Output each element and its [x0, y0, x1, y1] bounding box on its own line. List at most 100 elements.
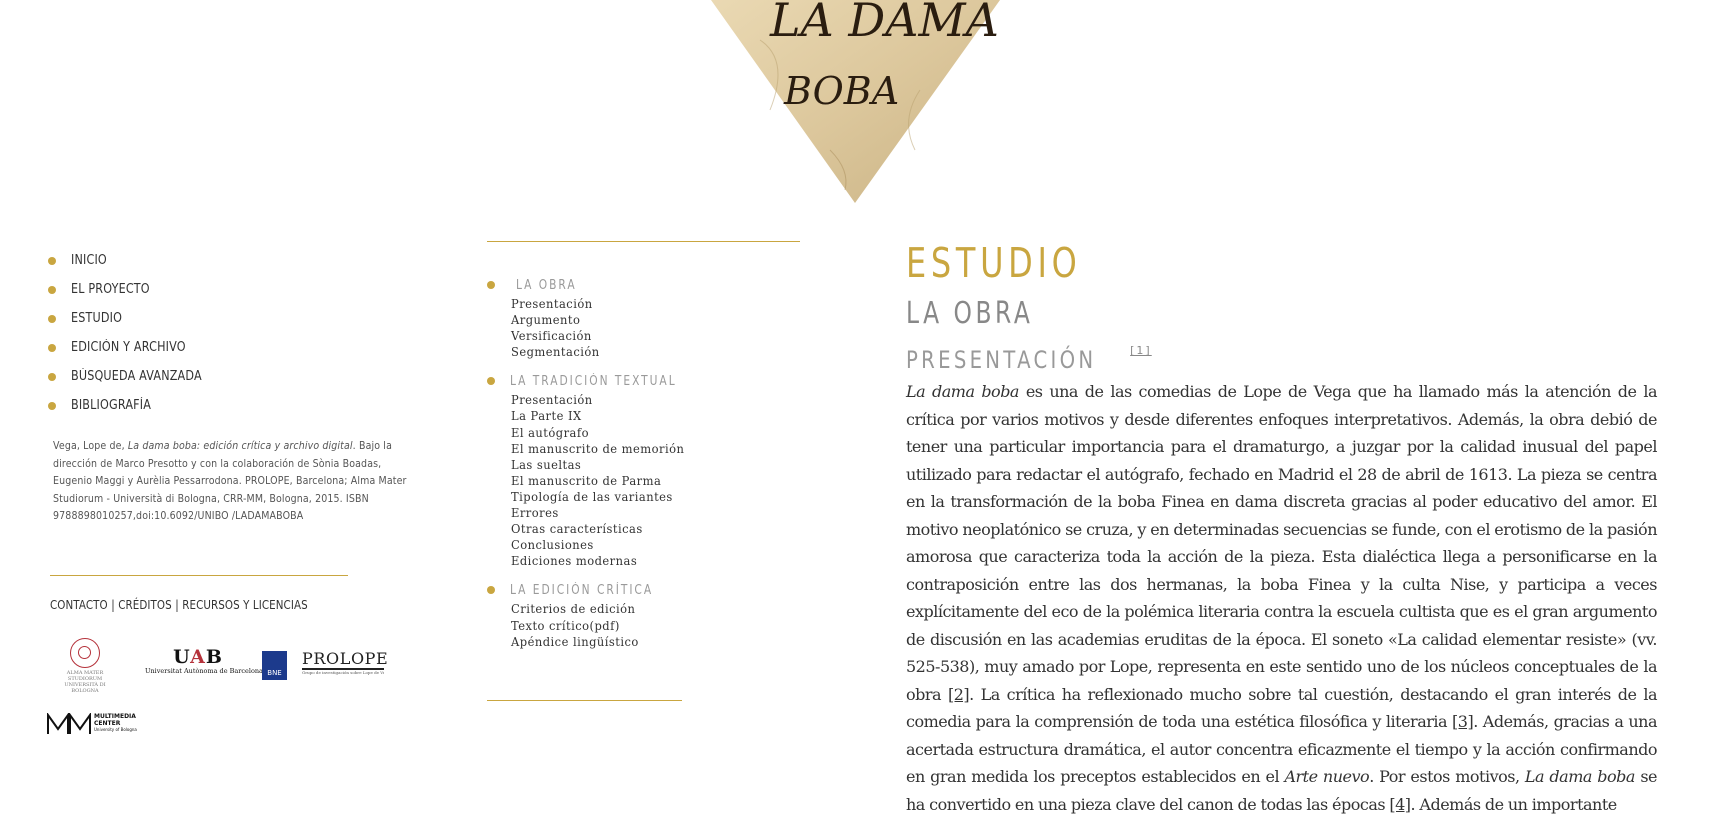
unibo-caption-1: ALMA MATER STUDIORUM [66, 670, 104, 682]
toc-link[interactable]: Conclusiones [511, 537, 697, 553]
footnote-link-4[interactable]: [4] [1389, 795, 1411, 814]
toc-link[interactable]: Segmentación [511, 344, 697, 360]
multimedia-center-logo[interactable]: MULTIMEDIA CENTER University of Bologna [47, 713, 137, 735]
uab-mark-a: A [190, 646, 206, 668]
sidebar-divider [50, 575, 348, 576]
toc-link[interactable]: Presentación [511, 296, 697, 312]
toc-list: Presentación Argumento Versificación Seg… [511, 296, 713, 360]
bullet-icon [48, 285, 56, 294]
prolope-caption: Grupo de investigación sobre Lope de Veg… [302, 670, 384, 675]
study-toc: LA OBRA Presentación Argumento Versifica… [487, 275, 713, 661]
bullet-icon [48, 314, 56, 323]
subsection-title: LA OBRA [906, 296, 1034, 331]
bullet-icon [487, 281, 495, 289]
mmc-mark-icon [47, 713, 91, 734]
toc-link[interactable]: Criterios de edición [511, 601, 697, 617]
header-triangle-image: LA DAMA BOBA [700, 0, 1000, 205]
presentation-heading: PRESENTACIÓN [906, 346, 1097, 374]
contacto-link[interactable]: CONTACTO [50, 598, 108, 612]
footnote-link-3[interactable]: [3] [1452, 712, 1474, 731]
bullet-icon [48, 401, 56, 410]
toc-link[interactable]: Ediciones modernas [511, 553, 697, 569]
bne-logo[interactable]: BNE [262, 651, 287, 680]
toc-link[interactable]: Tipología de las variantes [511, 489, 697, 505]
citation-author: Vega, Lope de, [53, 439, 125, 452]
toc-bottom-divider [487, 700, 682, 701]
recursos-y-licencias-link[interactable]: RECURSOS Y LICENCIAS [182, 598, 308, 612]
toc-section-la-obra: LA OBRA Presentación Argumento Versifica… [487, 275, 713, 360]
nav-item-label: BÚSQUEDA AVANZADA [71, 369, 202, 384]
toc-link[interactable]: Presentación [511, 392, 697, 408]
bullet-icon [48, 372, 56, 381]
link-separator: | [175, 598, 179, 612]
toc-link[interactable]: La Parte IX [511, 408, 697, 424]
bullet-icon [487, 586, 495, 595]
footer-links: CONTACTO | CRÉDITOS | RECURSOS Y LICENCIAS [50, 598, 308, 612]
heading-row: PRESENTACIÓN [1] [906, 342, 1657, 378]
bullet-icon [48, 343, 56, 352]
toc-link[interactable]: Argumento [511, 312, 697, 328]
unibo-caption-2: UNIVERSITÀ DI BOLOGNA [64, 682, 106, 694]
toc-link[interactable]: El manuscrito de Parma [511, 473, 697, 489]
creditos-link[interactable]: CRÉDITOS [118, 598, 172, 612]
nav-item-el-proyecto[interactable]: EL PROYECTO [48, 275, 223, 304]
toc-section-header[interactable]: LA EDICIÓN CRÍTICA [487, 580, 713, 600]
prolope-mark: PROLOPE [302, 649, 389, 668]
bullet-icon [487, 377, 495, 386]
mmc-text: MULTIMEDIA CENTER University of Bologna [94, 714, 137, 734]
toc-top-divider [487, 241, 800, 242]
nav-item-edicion-y-archivo[interactable]: EDICIÓN Y ARCHIVO [48, 333, 223, 362]
bullet-icon [48, 256, 56, 265]
citation-title: La dama boba: edición crítica y archivo … [127, 439, 353, 452]
mmc-line-3: University of Bologna [94, 727, 137, 733]
uab-mark-u: U [173, 646, 191, 668]
toc-section-la-edicion-critica: LA EDICIÓN CRÍTICA Criterios de edición … [487, 580, 713, 649]
toc-link[interactable]: Versificación [511, 328, 697, 344]
nav-item-label: INICIO [71, 253, 107, 268]
manuscript-title-image: LA DAMA BOBA [711, 0, 1000, 203]
footnote-link-1[interactable]: [1] [1130, 344, 1152, 357]
nav-item-label: ESTUDIO [71, 311, 123, 326]
uab-mark-b: B [205, 646, 223, 668]
toc-section-header[interactable]: LA OBRA [487, 275, 713, 295]
toc-section-title: LA OBRA [516, 277, 577, 293]
work-title: La dama boba [1524, 767, 1636, 786]
toc-section-title: LA TRADICIÓN TEXTUAL [510, 373, 677, 389]
toc-list: Presentación La Parte IX El autógrafo El… [511, 392, 713, 569]
body-text-part: . Además de un importante [1410, 794, 1618, 814]
toc-link[interactable]: Las sueltas [511, 457, 697, 473]
footnote-link-2[interactable]: [2] [948, 685, 970, 704]
body-text-part: . Por estos motivos, [1369, 767, 1525, 786]
section-title: ESTUDIO [906, 239, 1082, 287]
nav-item-label: BIBLIOGRAFÍA [71, 398, 152, 413]
uab-logo[interactable]: UAB Universitat Autònoma de Barcelona [145, 647, 263, 675]
nav-item-busqueda-avanzada[interactable]: BÚSQUEDA AVANZADA [48, 362, 223, 391]
nav-item-estudio[interactable]: ESTUDIO [48, 304, 223, 333]
body-text-part: es una de las comedias de Lope de Vega q… [906, 382, 1658, 704]
toc-link[interactable]: Errores [511, 505, 697, 521]
article-content: ESTUDIO LA OBRA PRESENTACIÓN [1] La dama… [906, 232, 1658, 818]
main-nav: INICIO EL PROYECTO ESTUDIO EDICIÓN Y ARC… [48, 246, 223, 420]
toc-link[interactable]: El manuscrito de memorión [511, 441, 697, 457]
toc-section-title: LA EDICIÓN CRÍTICA [510, 582, 654, 598]
uab-caption: Universitat Autònoma de Barcelona [145, 667, 263, 675]
arte-nuevo-title: Arte nuevo [1284, 767, 1370, 786]
citation-text: Vega, Lope de, La dama boba: edición crí… [53, 437, 423, 525]
toc-link[interactable]: Otras características [511, 521, 697, 537]
nav-item-label: EL PROYECTO [71, 282, 150, 297]
image-title-line-2: BOBA [783, 69, 899, 113]
image-title-line-1: LA DAMA [769, 0, 999, 47]
nav-item-bibliografia[interactable]: BIBLIOGRAFÍA [48, 391, 223, 420]
unibo-seal-icon [70, 638, 100, 668]
uab-mark: UAB [145, 647, 251, 667]
toc-section-la-tradicion-textual: LA TRADICIÓN TEXTUAL Presentación La Par… [487, 371, 713, 569]
prolope-logo[interactable]: PROLOPE Grupo de investigación sobre Lop… [302, 649, 389, 675]
work-title: La dama boba [906, 382, 1019, 401]
toc-section-header[interactable]: LA TRADICIÓN TEXTUAL [487, 371, 713, 391]
nav-item-inicio[interactable]: INICIO [48, 246, 223, 275]
toc-link[interactable]: Texto crítico(pdf) [511, 618, 697, 634]
unibo-logo[interactable]: ALMA MATER STUDIORUM UNIVERSITÀ DI BOLOG… [52, 638, 118, 694]
toc-list: Criterios de edición Texto crítico(pdf) … [511, 601, 713, 649]
toc-link[interactable]: El autógrafo [511, 425, 697, 441]
toc-link[interactable]: Apéndice lingüístico [511, 634, 697, 650]
